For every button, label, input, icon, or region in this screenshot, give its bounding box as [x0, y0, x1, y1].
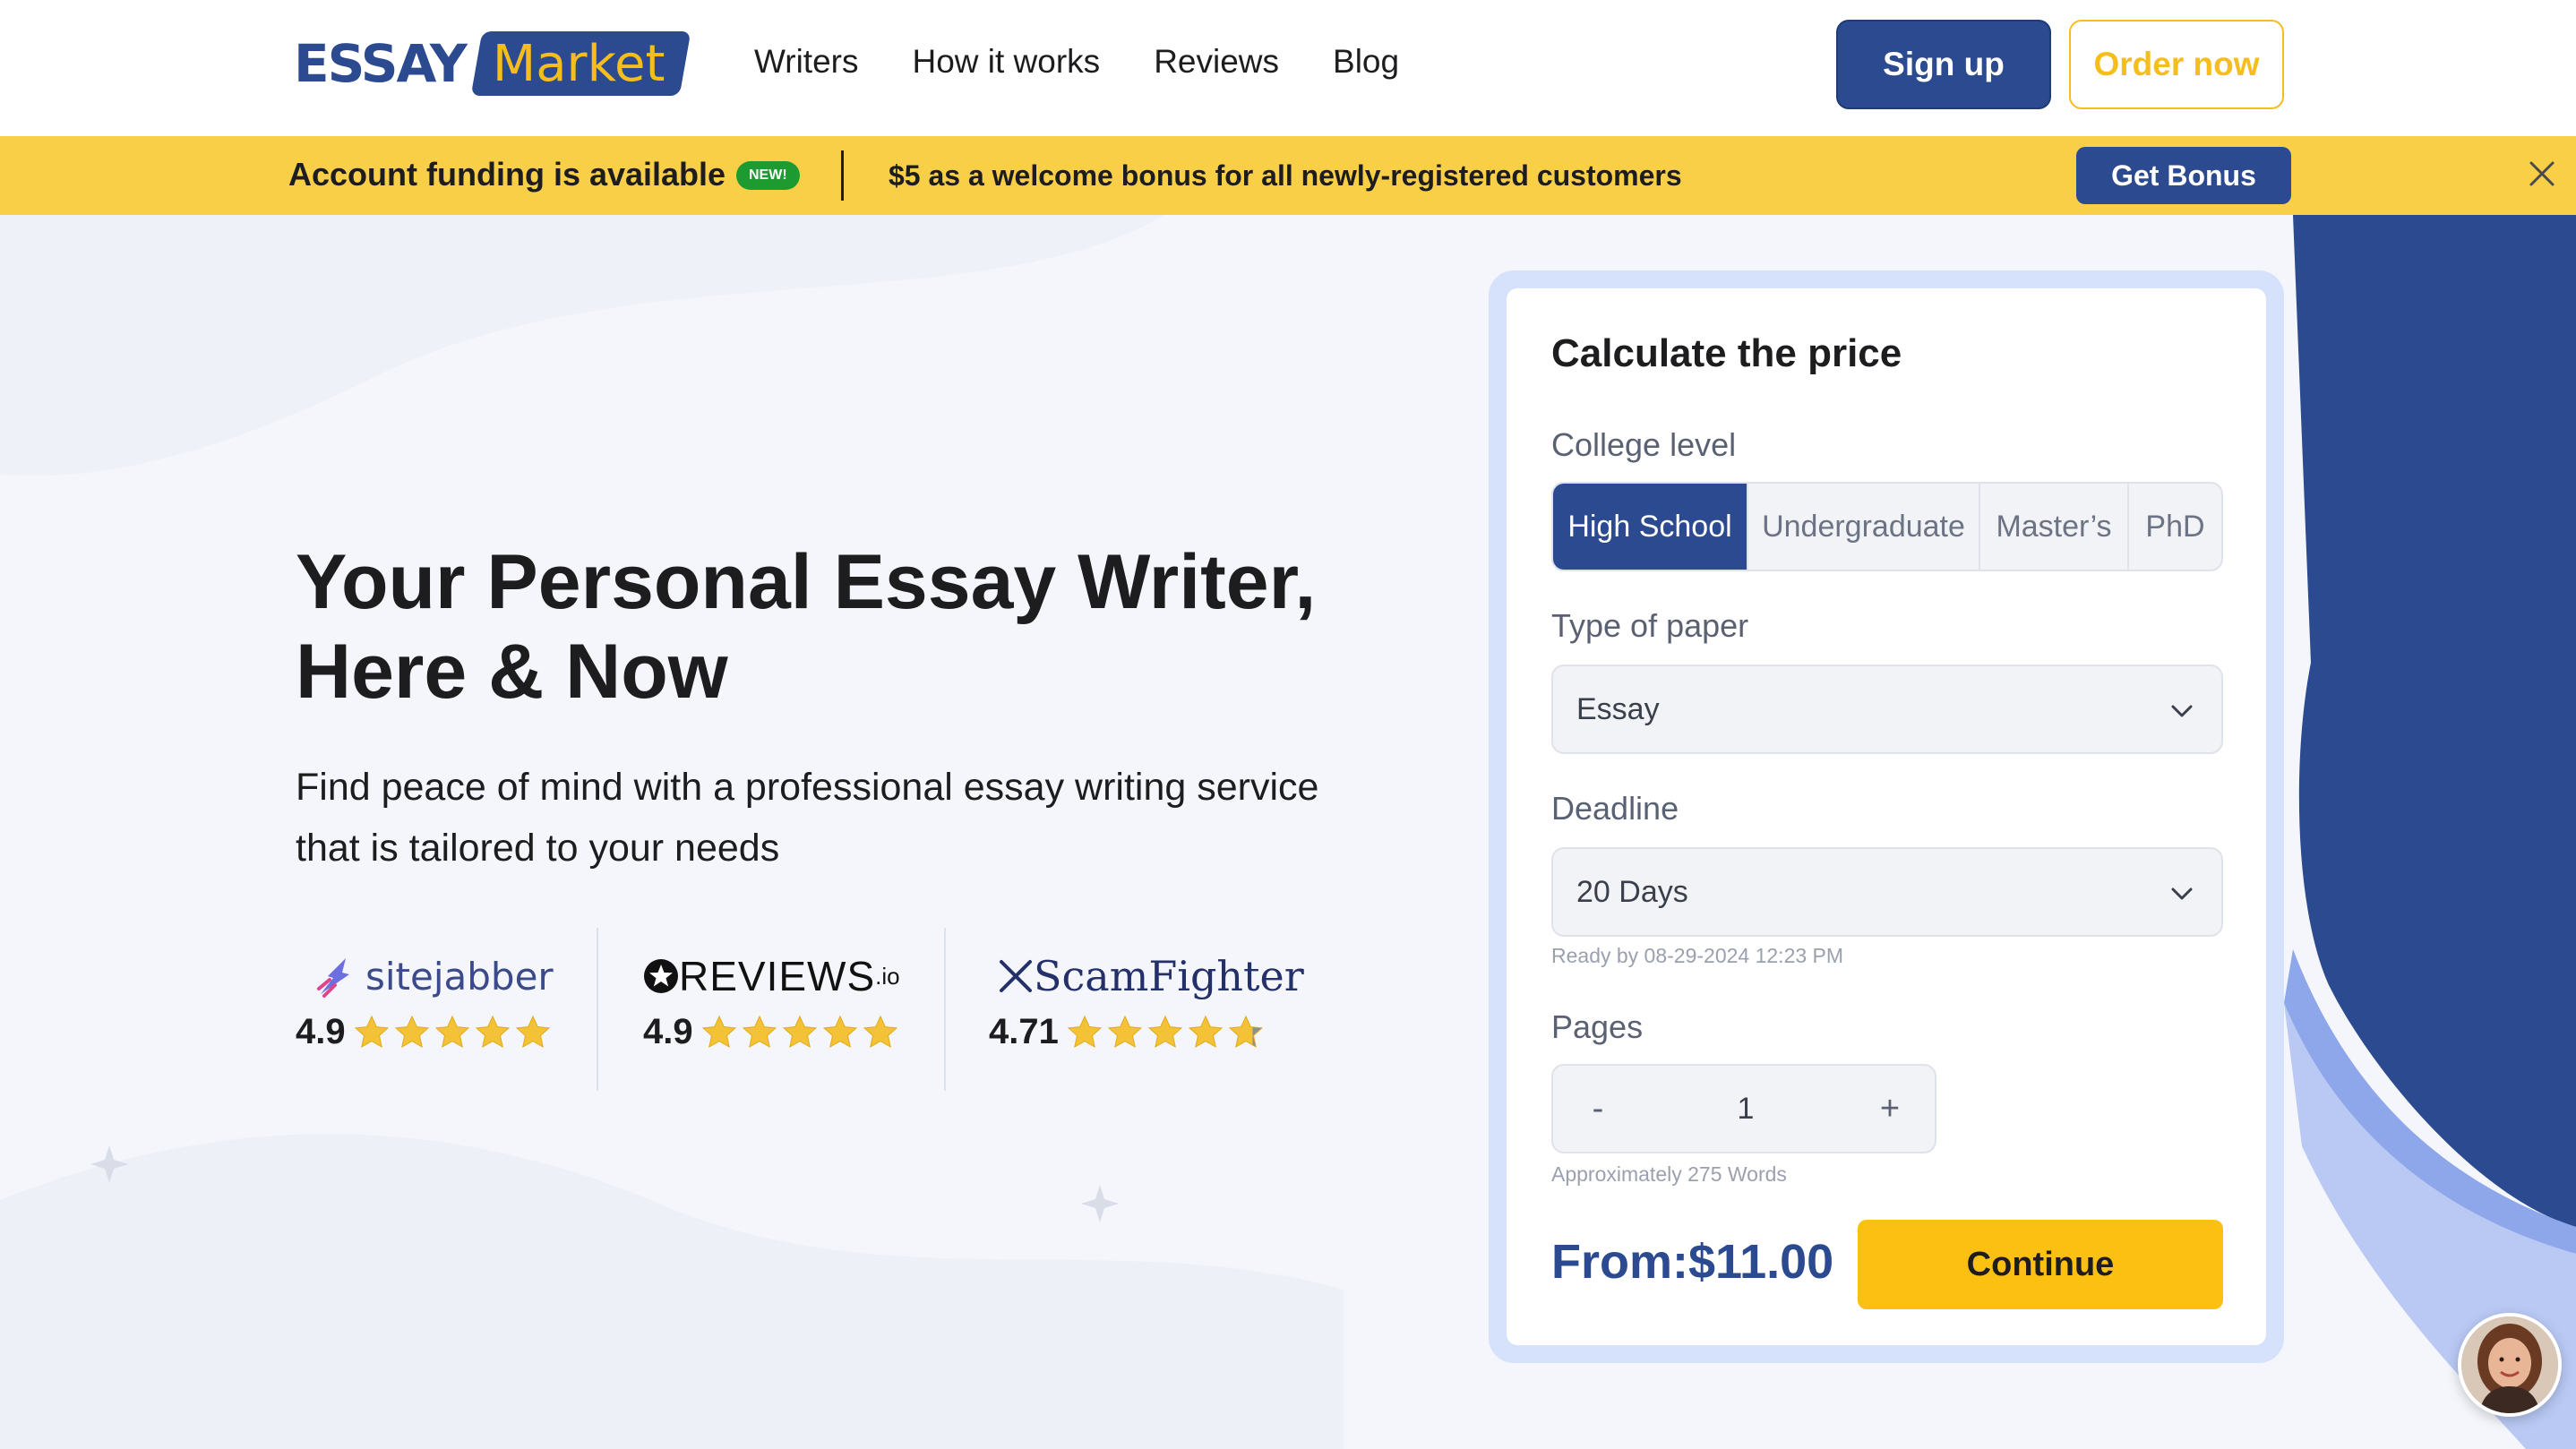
rating-scamfighter[interactable]: ScamFighter 4.71	[989, 949, 1304, 1066]
hero-subtitle-line-1: Find peace of mind with a professional e…	[296, 766, 1319, 809]
crossed-swords-icon	[1000, 960, 1032, 992]
type-of-paper-label: Type of paper	[1551, 607, 1749, 644]
star-icon	[1228, 1015, 1264, 1048]
level-phd[interactable]: PhD	[2129, 484, 2221, 570]
level-masters[interactable]: Master’s	[1980, 484, 2129, 570]
close-icon[interactable]	[2524, 156, 2560, 192]
words-hint: Approximately 275 Words	[1551, 1162, 1787, 1186]
star-icon	[742, 1015, 777, 1048]
sitejabber-name: sitejabber	[365, 954, 554, 999]
rating-divider	[944, 928, 946, 1091]
promo-title: Account funding is available	[288, 156, 726, 193]
price-prefix: From:	[1551, 1235, 1688, 1289]
reviews-io-name: REVIEWS	[679, 953, 876, 999]
paper-type-select[interactable]: Essay	[1551, 664, 2223, 754]
support-chat-avatar[interactable]	[2458, 1313, 2562, 1417]
star-icon	[863, 1015, 897, 1048]
rating-score: 4.9	[296, 1012, 346, 1051]
hero-title-line-2: Here & Now	[296, 629, 728, 715]
chevron-down-icon	[2171, 887, 2193, 900]
star-icon	[1188, 1015, 1224, 1048]
scamfighter-score-row: 4.71	[989, 1012, 1304, 1052]
nav-how-it-works[interactable]: How it works	[912, 43, 1100, 81]
essay-market-logo[interactable]: ESSAY Market	[294, 30, 691, 97]
college-level-selector: High School Undergraduate Master’s PhD	[1551, 482, 2223, 571]
rating-score: 4.9	[643, 1012, 693, 1051]
rating-reviews-io[interactable]: REVIEWS .io 4.9	[643, 949, 902, 1066]
reviews-io-suffix: .io	[875, 962, 900, 990]
star-rating	[700, 1014, 902, 1051]
decrement-button[interactable]: -	[1553, 1066, 1643, 1152]
main-nav: Writers How it works Reviews Blog	[754, 43, 1399, 81]
order-now-button[interactable]: Order now	[2069, 20, 2284, 109]
star-icon	[394, 1015, 429, 1048]
star-icon	[1067, 1015, 1103, 1048]
promo-divider	[841, 150, 844, 201]
star-icon	[434, 1015, 469, 1048]
college-level-label: College level	[1551, 426, 1737, 463]
hero-subtitle-line-2: that is tailored to your needs	[296, 827, 780, 870]
sign-up-button[interactable]: Sign up	[1836, 20, 2051, 109]
hero-title-line-1: Your Personal Essay Writer,	[296, 539, 1317, 625]
reviews-io-star-icon	[644, 959, 678, 993]
level-high-school[interactable]: High School	[1553, 484, 1748, 570]
hero-title: Your Personal Essay Writer, Here & Now	[296, 537, 1370, 716]
deadline-select[interactable]: 20 Days	[1551, 847, 2223, 937]
continue-button[interactable]: Continue	[1858, 1220, 2223, 1309]
new-badge: NEW!	[736, 161, 800, 190]
pages-stepper: - 1 +	[1551, 1064, 1936, 1153]
reviews-io-score-row: 4.9	[643, 1012, 902, 1052]
rating-sitejabber[interactable]: sitejabber 4.9	[296, 949, 554, 1066]
star-icon	[515, 1015, 550, 1048]
logo-essay-text: ESSAY	[294, 33, 468, 94]
star-icon	[1147, 1015, 1183, 1048]
logo-market-badge: Market	[470, 31, 691, 96]
nav-blog[interactable]: Blog	[1333, 43, 1399, 81]
sitejabber-icon	[317, 958, 349, 998]
nav-writers[interactable]: Writers	[754, 43, 858, 81]
nav-reviews[interactable]: Reviews	[1154, 43, 1279, 81]
hero-subtitle: Find peace of mind with a professional e…	[296, 757, 1424, 879]
deadline-label: Deadline	[1551, 790, 1679, 827]
scamfighter-logo: ScamFighter	[998, 949, 1304, 1003]
price-calculator: Calculate the price College level High S…	[1507, 288, 2266, 1345]
star-icon	[1107, 1015, 1143, 1048]
star-icon	[701, 1015, 736, 1048]
ready-by-hint: Ready by 08-29-2024 12:23 PM	[1551, 944, 1844, 967]
rating-divider	[597, 928, 598, 1091]
star-rating	[1066, 1014, 1267, 1051]
reviews-io-logo: REVIEWS .io	[643, 949, 902, 1003]
chevron-down-icon	[2171, 705, 2193, 717]
calculator-title: Calculate the price	[1551, 331, 1902, 375]
level-undergraduate[interactable]: Undergraduate	[1748, 484, 1980, 570]
rating-score: 4.71	[989, 1012, 1059, 1051]
star-icon	[782, 1015, 817, 1048]
paper-type-value: Essay	[1576, 691, 1660, 726]
pages-value[interactable]: 1	[1679, 1066, 1813, 1152]
star-rating	[353, 1014, 554, 1051]
price-display: From:$11.00	[1551, 1234, 1833, 1290]
get-bonus-button[interactable]: Get Bonus	[2076, 147, 2291, 204]
sitejabber-score-row: 4.9	[296, 1012, 554, 1052]
star-icon	[475, 1015, 510, 1048]
sitejabber-logo: sitejabber	[315, 949, 554, 1003]
pages-label: Pages	[1551, 1008, 1644, 1045]
promo-bar: Account funding is available NEW! $5 as …	[0, 136, 2576, 215]
price-value: $11.00	[1687, 1235, 1834, 1289]
star-icon	[354, 1015, 389, 1048]
deadline-value: 20 Days	[1576, 874, 1688, 909]
avatar-portrait	[2461, 1316, 2558, 1413]
scamfighter-name: ScamFighter	[1034, 952, 1304, 1000]
increment-button[interactable]: +	[1845, 1066, 1935, 1152]
site-header: ESSAY Market Writers How it works Review…	[0, 0, 2576, 136]
star-icon	[822, 1015, 857, 1048]
promo-text: $5 as a welcome bonus for all newly-regi…	[889, 159, 1682, 192]
